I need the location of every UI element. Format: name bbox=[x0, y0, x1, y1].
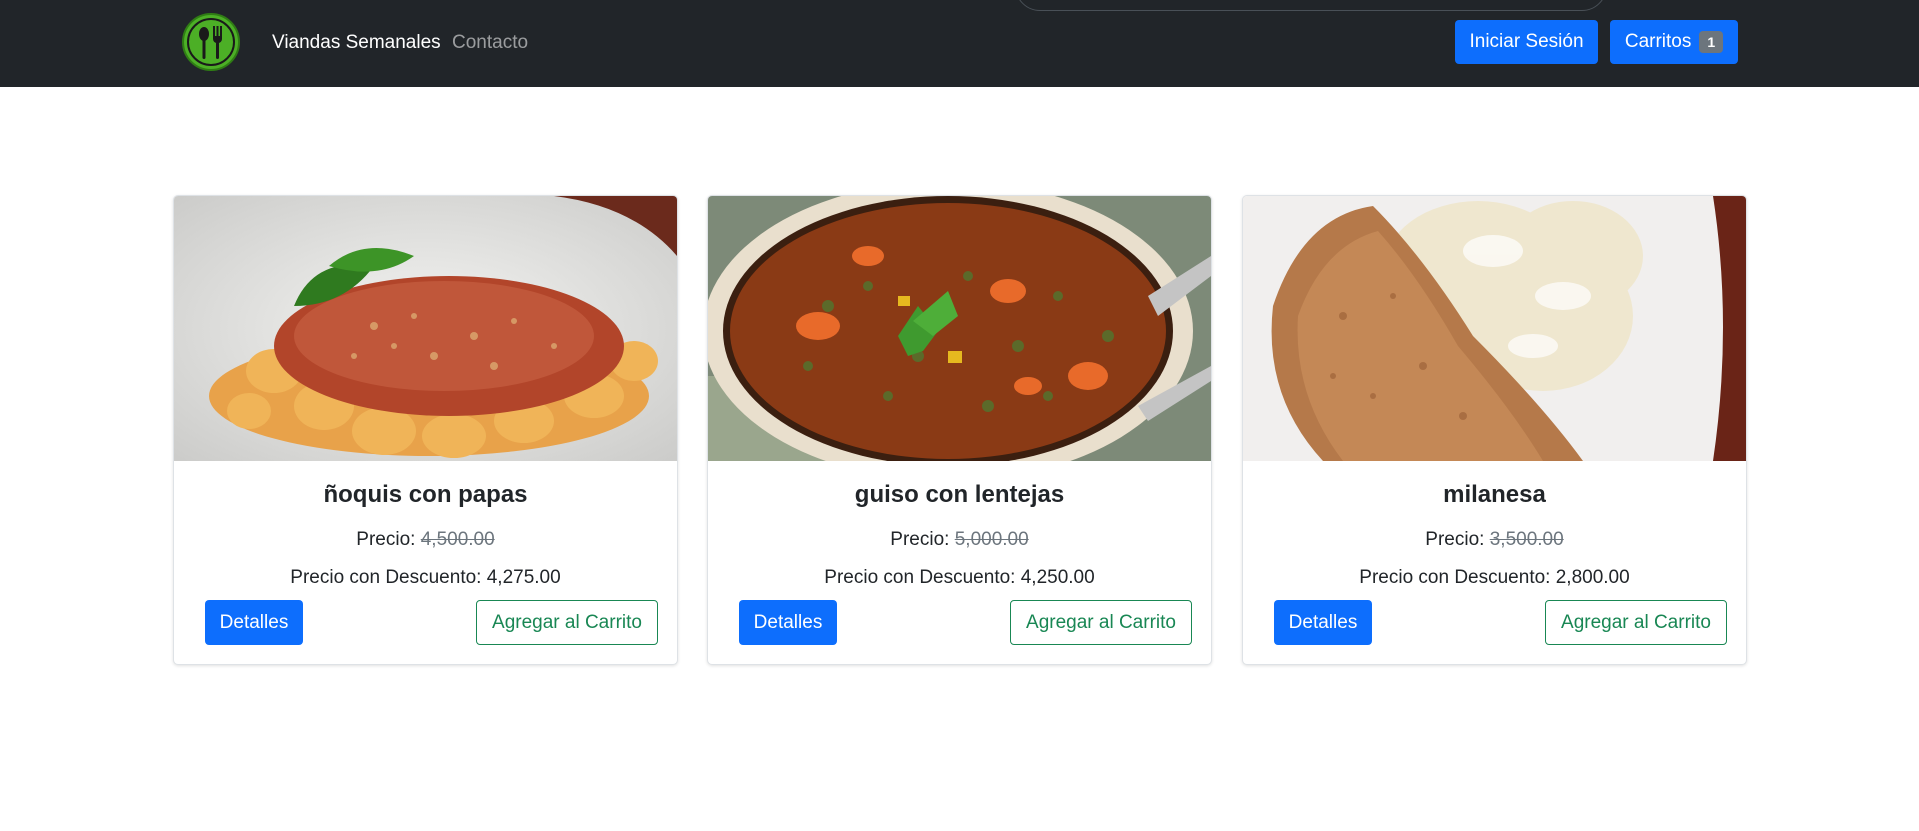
discount-price: 2,800.00 bbox=[1555, 567, 1630, 588]
add-to-cart-button[interactable]: Agregar al Carrito bbox=[1545, 600, 1727, 645]
discount-price: 4,275.00 bbox=[486, 567, 561, 588]
price-line: Precio: 5,000.00 bbox=[708, 528, 1211, 552]
product-image bbox=[708, 196, 1211, 461]
discount-label: Precio con Descuento: bbox=[824, 567, 1016, 588]
cart-count-badge: 1 bbox=[1699, 31, 1724, 53]
search-bar-edge[interactable] bbox=[1015, 0, 1607, 11]
price-label: Precio: bbox=[356, 529, 416, 550]
price-label: Precio: bbox=[1425, 529, 1485, 550]
add-to-cart-button[interactable]: Agregar al Carrito bbox=[1010, 600, 1192, 645]
top-navbar: Viandas Semanales Contacto Iniciar Sesió… bbox=[0, 0, 1919, 87]
product-image bbox=[174, 196, 677, 461]
utensils-logo-icon[interactable] bbox=[181, 12, 241, 72]
original-price: 4,500.00 bbox=[420, 529, 495, 550]
discount-price: 4,250.00 bbox=[1020, 567, 1095, 588]
add-to-cart-button[interactable]: Agregar al Carrito bbox=[476, 600, 658, 645]
details-button[interactable]: Detalles bbox=[205, 600, 303, 645]
product-image bbox=[1243, 196, 1746, 461]
details-button[interactable]: Detalles bbox=[739, 600, 837, 645]
original-price: 5,000.00 bbox=[954, 529, 1029, 550]
discount-line: Precio con Descuento: 2,800.00 bbox=[1243, 566, 1746, 590]
discount-label: Precio con Descuento: bbox=[290, 567, 482, 588]
discount-line: Precio con Descuento: 4,275.00 bbox=[174, 566, 677, 590]
product-title: milanesa bbox=[1443, 481, 1546, 508]
original-price: 3,500.00 bbox=[1489, 529, 1564, 550]
price-line: Precio: 4,500.00 bbox=[174, 528, 677, 552]
discount-line: Precio con Descuento: 4,250.00 bbox=[708, 566, 1211, 590]
login-button[interactable]: Iniciar Sesión bbox=[1455, 20, 1598, 64]
product-title: guiso con lentejas bbox=[854, 481, 1065, 508]
nav-brand-link[interactable]: Viandas Semanales bbox=[272, 29, 441, 56]
details-button[interactable]: Detalles bbox=[1274, 600, 1372, 645]
product-card: milanesa Precio: 3,500.00 Precio con Des… bbox=[1242, 195, 1747, 665]
nav-contact-link[interactable]: Contacto bbox=[452, 29, 528, 56]
price-line: Precio: 3,500.00 bbox=[1243, 528, 1746, 552]
discount-label: Precio con Descuento: bbox=[1359, 567, 1551, 588]
cart-button-label: Carritos bbox=[1624, 31, 1692, 52]
product-title: ñoquis con papas bbox=[323, 481, 528, 508]
product-card: guiso con lentejas Precio: 5,000.00 Prec… bbox=[707, 195, 1212, 665]
cart-button[interactable]: Carritos 1 bbox=[1610, 20, 1738, 64]
product-card: ñoquis con papas Precio: 4,500.00 Precio… bbox=[173, 195, 678, 665]
price-label: Precio: bbox=[890, 529, 950, 550]
